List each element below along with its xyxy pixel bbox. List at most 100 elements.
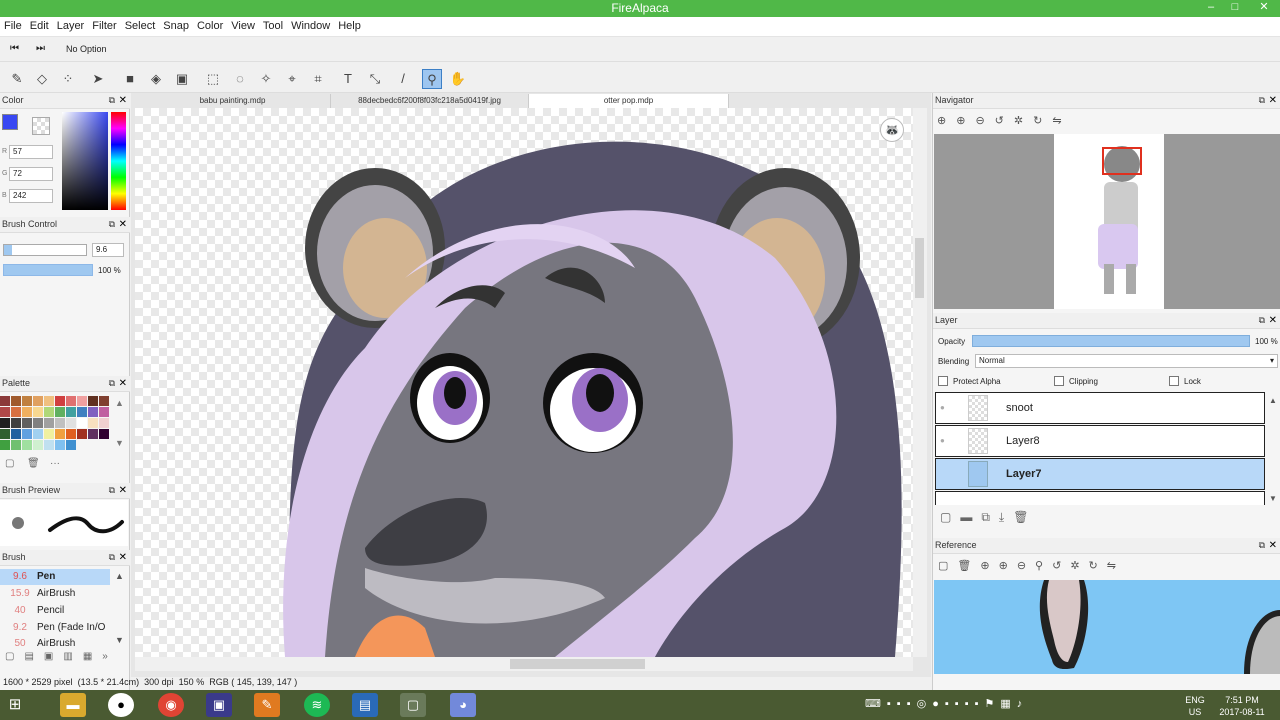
blending-select[interactable]: Normal ▾	[975, 354, 1278, 368]
layer-row[interactable]: ● snoot	[935, 392, 1265, 424]
menu-edit[interactable]: Edit	[26, 17, 53, 36]
merge-layer-icon[interactable]: ⤓	[999, 510, 1013, 524]
navigator-preview[interactable]	[934, 134, 1280, 309]
next-icon[interactable]: ⏭	[36, 43, 45, 54]
zoom-out-icon[interactable]: ⊖	[1017, 560, 1035, 572]
language-indicator[interactable]: ENG US	[1180, 694, 1210, 718]
lasso-tool-icon[interactable]: ◌	[230, 69, 250, 89]
brush-item[interactable]: 50 AirBrush	[0, 637, 110, 649]
brush-tool-icon[interactable]: /	[393, 69, 413, 89]
volume-icon[interactable]: ♪	[1017, 698, 1029, 710]
dot-tool-icon[interactable]: ⁘	[58, 69, 78, 89]
scroll-down-icon[interactable]: ▼	[1269, 494, 1277, 503]
palette-swatch[interactable]	[66, 396, 76, 406]
color-saturation-picker[interactable]	[62, 112, 108, 210]
text-tool-icon[interactable]: T	[338, 69, 358, 89]
new-folder-icon[interactable]: ▬	[960, 510, 981, 524]
expand-icon[interactable]: »	[102, 651, 118, 662]
palette-swatch[interactable]	[11, 440, 21, 450]
eraser-tool-icon[interactable]: ◇	[32, 69, 52, 89]
close-icon[interactable]: ✕	[119, 217, 127, 232]
video-editor-icon[interactable]: ▣	[206, 693, 232, 717]
close-icon[interactable]: ✕	[119, 483, 127, 498]
duplicate-brush-icon[interactable]: ▣	[44, 651, 63, 662]
horizontal-scrollbar[interactable]	[135, 657, 913, 671]
palette-swatch[interactable]	[44, 418, 54, 428]
layer-row-selected[interactable]: Layer7	[935, 458, 1265, 490]
palette-swatch[interactable]	[99, 396, 109, 406]
scroll-thumb[interactable]	[510, 659, 645, 669]
delete-reference-icon[interactable]: 🗑	[957, 560, 980, 572]
close-icon[interactable]: ✕	[1269, 313, 1277, 328]
hue-slider[interactable]	[111, 112, 126, 210]
rotate-right-icon[interactable]: ↻	[1033, 115, 1052, 127]
gradient-tool-icon[interactable]: ▣	[172, 69, 192, 89]
palette-swatch[interactable]	[0, 440, 10, 450]
scroll-thumb[interactable]	[915, 238, 924, 298]
copy-brush-icon[interactable]: ▥	[63, 651, 82, 662]
palette-swatch[interactable]	[66, 440, 76, 450]
palette-swatch[interactable]	[0, 429, 10, 439]
tab-reference-jpg[interactable]: 88decbedc6f200f8f03fc218a5d0419f.jpg	[331, 94, 529, 108]
primary-color-swatch[interactable]	[2, 114, 18, 130]
palette-swatch[interactable]	[33, 440, 43, 450]
lock-checkbox[interactable]	[1169, 376, 1179, 386]
menu-window[interactable]: Window	[287, 17, 334, 36]
brush-size-slider[interactable]	[3, 244, 87, 256]
maximize-button[interactable]: □	[1224, 0, 1246, 16]
tray-app-icon[interactable]: ▪	[945, 698, 955, 710]
discord-icon[interactable]: ◕	[450, 693, 476, 717]
tray-app-icon[interactable]: ▪	[965, 698, 975, 710]
eyedropper-icon[interactable]: ⚲	[1035, 560, 1052, 572]
menu-view[interactable]: View	[227, 17, 259, 36]
scroll-down-icon[interactable]: ▼	[115, 438, 124, 448]
palette-swatch[interactable]	[0, 407, 10, 417]
palette-swatch[interactable]	[11, 429, 21, 439]
edit-brush-icon[interactable]: ▤	[24, 651, 43, 662]
palette-swatch[interactable]	[33, 407, 43, 417]
palette-swatch[interactable]	[55, 418, 65, 428]
palette-swatch[interactable]	[77, 429, 87, 439]
palette-swatch[interactable]	[99, 407, 109, 417]
flip-icon[interactable]: ⇋	[1107, 560, 1125, 572]
zoom-out-icon[interactable]: ⊖	[975, 115, 994, 127]
vertical-scrollbar[interactable]	[913, 108, 927, 657]
spotify-icon[interactable]: ≋	[304, 693, 330, 717]
palette-swatch[interactable]	[22, 418, 32, 428]
clipping-checkbox[interactable]	[1054, 376, 1064, 386]
palette-swatch[interactable]	[33, 396, 43, 406]
palette-swatch[interactable]	[55, 440, 65, 450]
start-button[interactable]: ⊞	[2, 693, 28, 717]
b-value-input[interactable]: 242	[9, 189, 53, 203]
palette-swatch[interactable]	[44, 407, 54, 417]
network-icon[interactable]: ▦	[1000, 698, 1016, 710]
reset-rotation-icon[interactable]: ✲	[1014, 115, 1033, 127]
r-value-input[interactable]: 57	[9, 145, 53, 159]
palette-swatch[interactable]	[77, 418, 87, 428]
palette-swatch[interactable]	[22, 440, 32, 450]
maximize-icon[interactable]: ⧉	[1259, 93, 1265, 108]
menu-layer[interactable]: Layer	[53, 17, 89, 36]
brush-size-input[interactable]: 9.6	[92, 243, 124, 257]
palette-swatch[interactable]	[66, 407, 76, 417]
pen-tool-icon[interactable]: ✎	[7, 69, 27, 89]
steam-icon[interactable]: ◎	[917, 698, 933, 710]
eyedropper-tool-icon[interactable]: ⚲	[422, 69, 442, 89]
hand-tool-icon[interactable]: ✋	[448, 69, 468, 89]
tab-babu-painting[interactable]: babu painting.mdp	[135, 94, 331, 108]
magic-wand-tool-icon[interactable]: ✧	[256, 69, 276, 89]
zoom-in-icon[interactable]: ⊕	[937, 115, 956, 127]
brush-settings-icon[interactable]: ▦	[83, 651, 102, 662]
keyboard-icon[interactable]: ⌨	[865, 698, 887, 710]
maximize-icon[interactable]: ⧉	[1259, 538, 1265, 553]
palette-swatch[interactable]	[77, 396, 87, 406]
maximize-icon[interactable]: ⧉	[109, 483, 115, 498]
close-icon[interactable]: ✕	[1269, 93, 1277, 108]
close-icon[interactable]: ✕	[1269, 538, 1277, 553]
rotate-left-icon[interactable]: ↺	[995, 115, 1014, 127]
add-swatch-icon[interactable]: ▢	[5, 458, 14, 469]
close-icon[interactable]: ✕	[119, 93, 127, 108]
app-icon[interactable]: ▢	[400, 693, 426, 717]
layer-row[interactable]	[935, 491, 1265, 505]
drawing-canvas[interactable]: 🦝	[135, 108, 913, 657]
